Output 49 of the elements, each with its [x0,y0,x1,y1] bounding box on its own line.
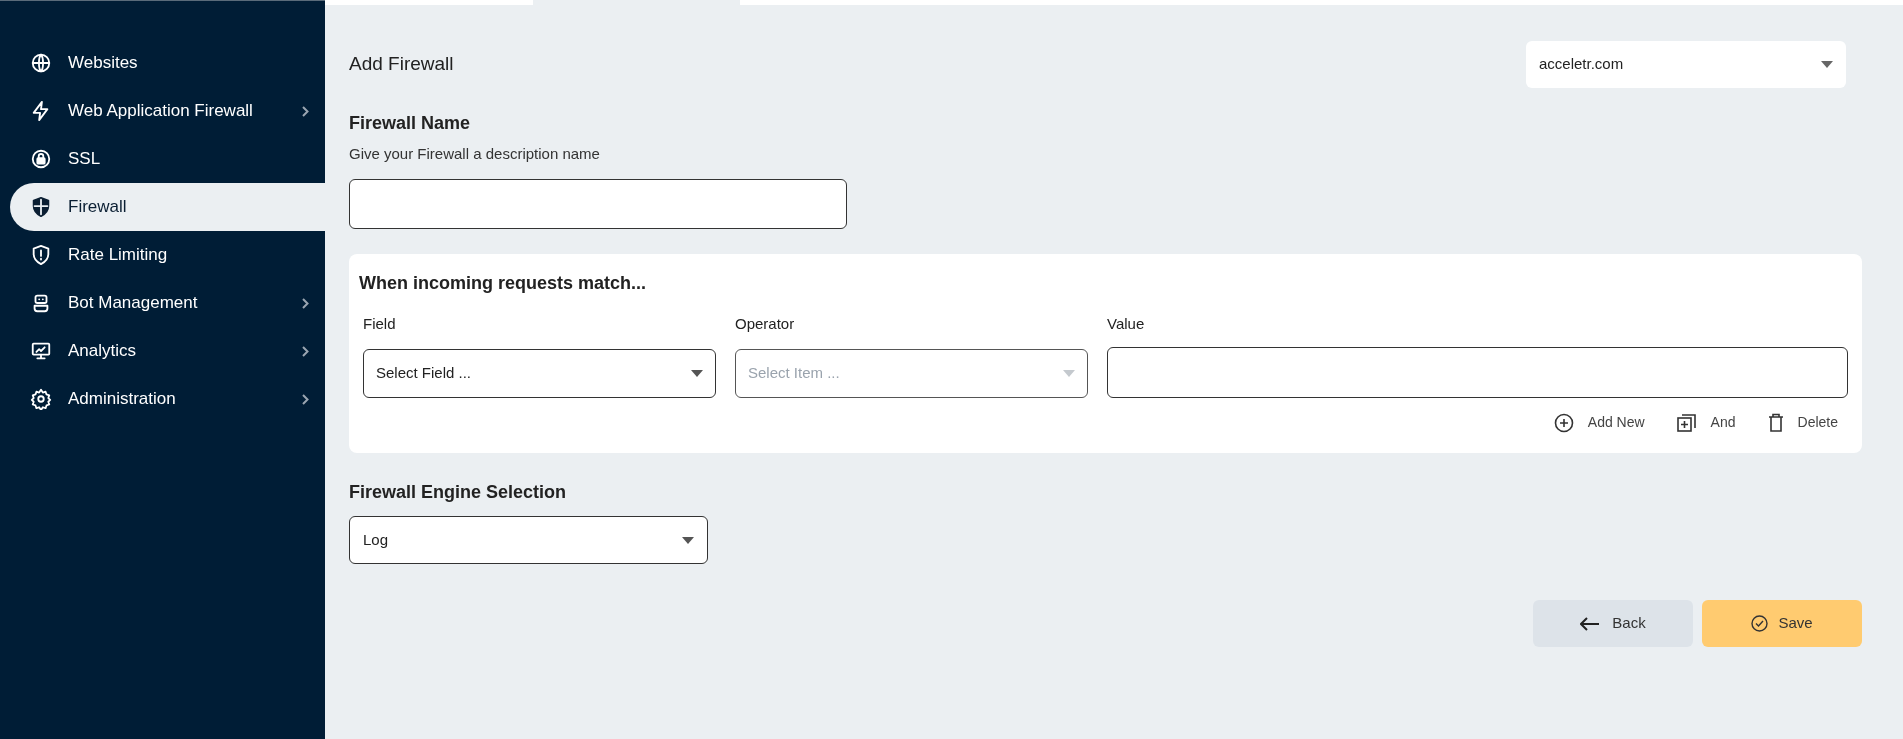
sidebar-item[interactable]: Rate Limiting [10,231,325,279]
trash-icon [1767,413,1784,432]
plus-circle-icon [1553,412,1574,433]
sidebar-label: Administration [68,388,177,411]
sidebar-item[interactable]: Websites [10,39,325,87]
sidebar-label: Rate Limiting [68,244,169,267]
engine-select[interactable]: Log [349,516,708,564]
lock-icon [30,148,52,170]
caret-icon [1821,61,1833,68]
sidebar-item[interactable]: Administration [10,375,325,423]
sidebar-label: Websites [68,52,139,75]
caret-icon [1063,370,1075,377]
caret-icon [682,536,694,544]
add-box-icon [1676,412,1697,433]
column-label: Value [1107,313,1146,334]
monitor-chart-icon [30,340,52,362]
panel-title: When incoming requests match... [359,271,648,295]
sidebar-item[interactable]: SSL [10,135,325,183]
domain-select[interactable]: acceletr.com [1526,41,1846,88]
sidebar-item[interactable]: Analytics [10,327,325,375]
page-title: Add Firewall [349,52,454,77]
back-button[interactable]: Back [1533,600,1693,647]
and-button[interactable]: And [1676,412,1736,433]
select-field[interactable]: Select Field ... [363,349,716,398]
field-hint: Give your Firewall a description name [349,144,601,164]
arrow-left-icon [1580,616,1601,631]
sidebar-label: Analytics [68,340,138,363]
column-label: Operator [735,313,796,334]
globe-icon [30,52,52,74]
save-button[interactable]: Save [1702,600,1862,647]
sidebar-item[interactable]: Bot Management [10,279,325,327]
sidebar-label: Firewall [68,196,128,219]
sidebar-item[interactable]: Web Application Firewall [10,87,325,135]
sidebar-item[interactable]: Firewall [10,183,325,231]
add-button[interactable]: Add New [1553,412,1645,433]
check-circle-icon [1751,615,1769,632]
settings-icon [30,388,52,410]
shield-alert-icon [30,244,52,266]
column-label: Field [363,313,397,334]
value-field[interactable] [1107,347,1848,398]
sidebar-label: Web Application Firewall [68,100,254,123]
shield-icon [30,196,52,218]
caret-icon [691,370,703,377]
sidebar-label: Bot Management [68,292,199,315]
sidebar-label: SSL [68,148,102,171]
firewall-name-field[interactable] [349,178,847,229]
delete-button[interactable]: Delete [1767,412,1838,433]
field-label: Firewall Name [349,112,472,135]
field-label: Firewall Engine Selection [349,481,568,504]
